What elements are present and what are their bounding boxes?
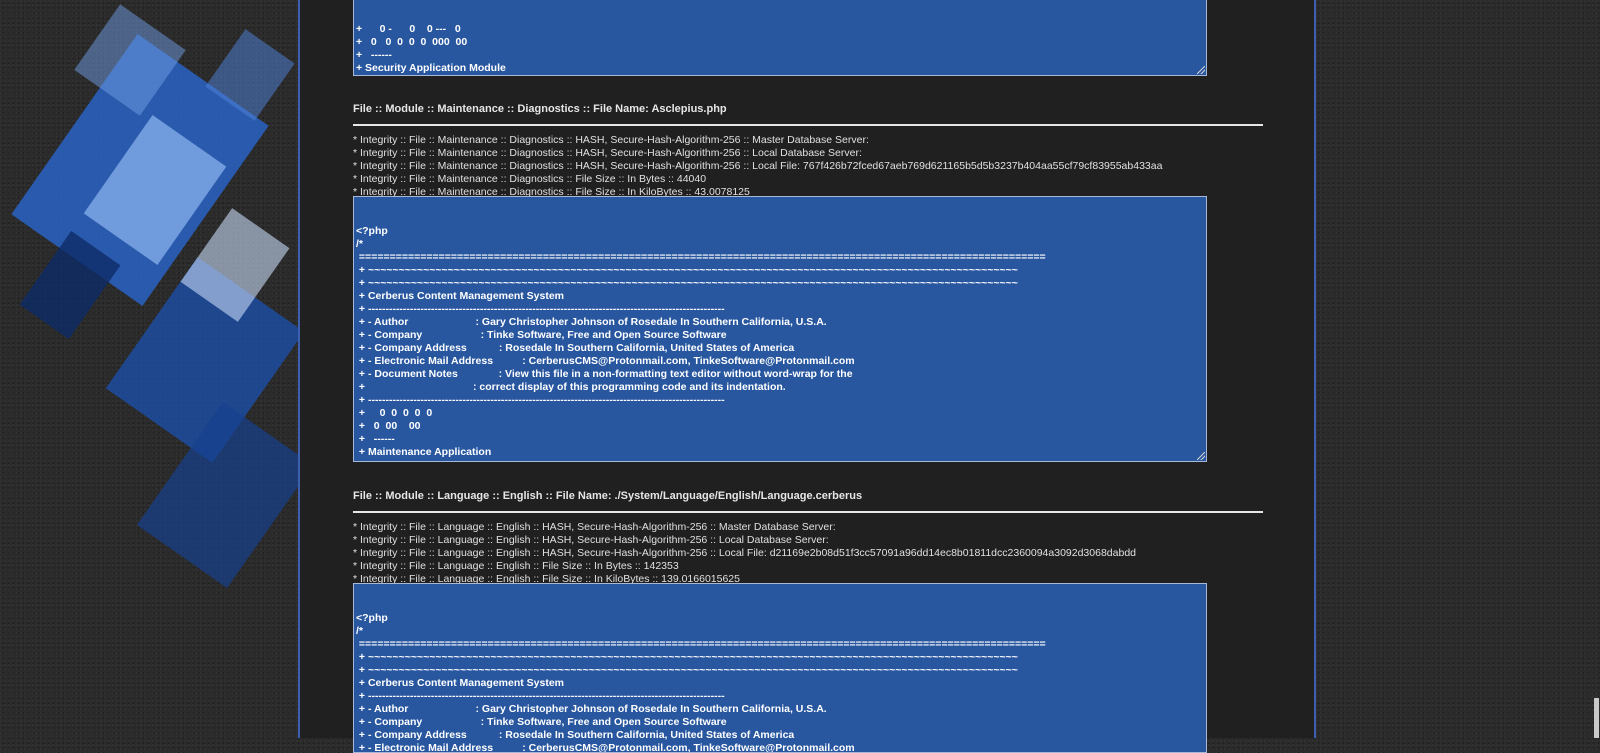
- code-line: + ~~~~~~~~~~~~~~~~~~~~~~~~~~~~~~~~~~~~~~…: [356, 277, 1018, 289]
- integrity-line: * Integrity :: File :: Language :: Engli…: [353, 521, 836, 533]
- code-line: + Security Application Module: [356, 62, 506, 74]
- code-line: + - Company Address : Rosedale In Southe…: [356, 729, 795, 741]
- language-code-textarea[interactable]: <?php/* ================================…: [353, 583, 1207, 753]
- integrity-line: * Integrity :: File :: Maintenance :: Di…: [353, 134, 869, 146]
- integrity-line: * Integrity :: File :: Language :: Engli…: [353, 547, 1136, 559]
- integrity-line: * Integrity :: File :: Language :: Engli…: [353, 534, 829, 546]
- code-line: + - Company : Tinke Software, Free and O…: [356, 329, 727, 341]
- code-line: ========================================…: [356, 251, 1046, 263]
- integrity-list: * Integrity :: File :: Maintenance :: Di…: [353, 134, 1263, 199]
- code-line: + - Author : Gary Christopher Johnson of…: [356, 316, 827, 328]
- integrity-line: * Integrity :: File :: Language :: Engli…: [353, 560, 679, 572]
- code-line: + - Electronic Mail Address : CerberusCM…: [356, 742, 855, 753]
- code-line: + 0 00 00: [356, 420, 421, 432]
- code-line: + 0 - 0 0 --- 0: [356, 23, 461, 35]
- language-file-section: File :: Module :: Language :: English ::…: [353, 489, 1263, 586]
- code-line: + --------------------------------------…: [356, 303, 725, 315]
- code-lines: + 0 - 0 0 --- 0 + 0 0 0 0 0 000 00 + -----…: [356, 23, 1204, 76]
- background-artwork: [0, 0, 300, 738]
- code-lines: <?php/* ================================…: [356, 225, 1204, 461]
- integrity-line: * Integrity :: File :: Maintenance :: Di…: [353, 173, 707, 185]
- integrity-line: * Integrity :: File :: Maintenance :: Di…: [353, 147, 862, 159]
- scrollbar-thumb[interactable]: [1594, 698, 1599, 738]
- code-line: + --------------------------------------…: [356, 690, 725, 702]
- code-line: + : correct display of this programming …: [356, 381, 786, 393]
- code-line: + ~~~~~~~~~~~~~~~~~~~~~~~~~~~~~~~~~~~~~~…: [356, 264, 1018, 276]
- code-line: + --------------------------------------…: [356, 75, 1204, 76]
- code-line: /*: [356, 625, 364, 637]
- code-line: <?php: [356, 612, 388, 624]
- code-line: + - Document Notes : View this file in a…: [356, 368, 853, 380]
- code-line: + Maintenance Application: [356, 446, 492, 458]
- code-line: /*: [356, 238, 364, 250]
- code-line: + - Company Address : Rosedale In Southe…: [356, 342, 795, 354]
- divider: [353, 124, 1263, 126]
- code-line: <?php: [356, 225, 388, 237]
- section-title: File :: Module :: Language :: English ::…: [353, 490, 863, 502]
- security-module-code-textarea[interactable]: + 0 - 0 0 --- 0 + 0 0 0 0 0 000 00 + -----…: [353, 0, 1207, 76]
- code-line: + - Company : Tinke Software, Free and O…: [356, 716, 727, 728]
- code-lines: <?php/* ================================…: [356, 612, 1204, 753]
- code-line: + 0 0 0 0 0 000 00: [356, 36, 468, 48]
- resize-handle-icon[interactable]: [1197, 66, 1205, 74]
- code-line: + ------: [356, 433, 395, 445]
- code-line: + 0 0 0 0 0: [356, 407, 433, 419]
- divider: [353, 511, 1263, 513]
- code-line: + ------: [356, 49, 392, 61]
- code-line: + ~~~~~~~~~~~~~~~~~~~~~~~~~~~~~~~~~~~~~~…: [356, 651, 1018, 663]
- code-line: + Cerberus Content Management System: [356, 290, 565, 302]
- code-line: + Cerberus Content Management System: [356, 677, 565, 689]
- integrity-list: * Integrity :: File :: Language :: Engli…: [353, 521, 1263, 586]
- asclepius-code-textarea[interactable]: <?php/* ================================…: [353, 196, 1207, 462]
- code-line: + --------------------------------------…: [356, 459, 1204, 461]
- code-line: + ~~~~~~~~~~~~~~~~~~~~~~~~~~~~~~~~~~~~~~…: [356, 664, 1018, 676]
- diagnostics-file-section: File :: Module :: Maintenance :: Diagnos…: [353, 102, 1263, 199]
- code-line: ========================================…: [356, 638, 1046, 650]
- code-line: + - Electronic Mail Address : CerberusCM…: [356, 355, 855, 367]
- integrity-line: * Integrity :: File :: Maintenance :: Di…: [353, 160, 1163, 172]
- section-title: File :: Module :: Maintenance :: Diagnos…: [353, 103, 727, 115]
- code-line: + --------------------------------------…: [356, 394, 725, 406]
- resize-handle-icon[interactable]: [1197, 452, 1205, 460]
- code-line: + - Author : Gary Christopher Johnson of…: [356, 703, 827, 715]
